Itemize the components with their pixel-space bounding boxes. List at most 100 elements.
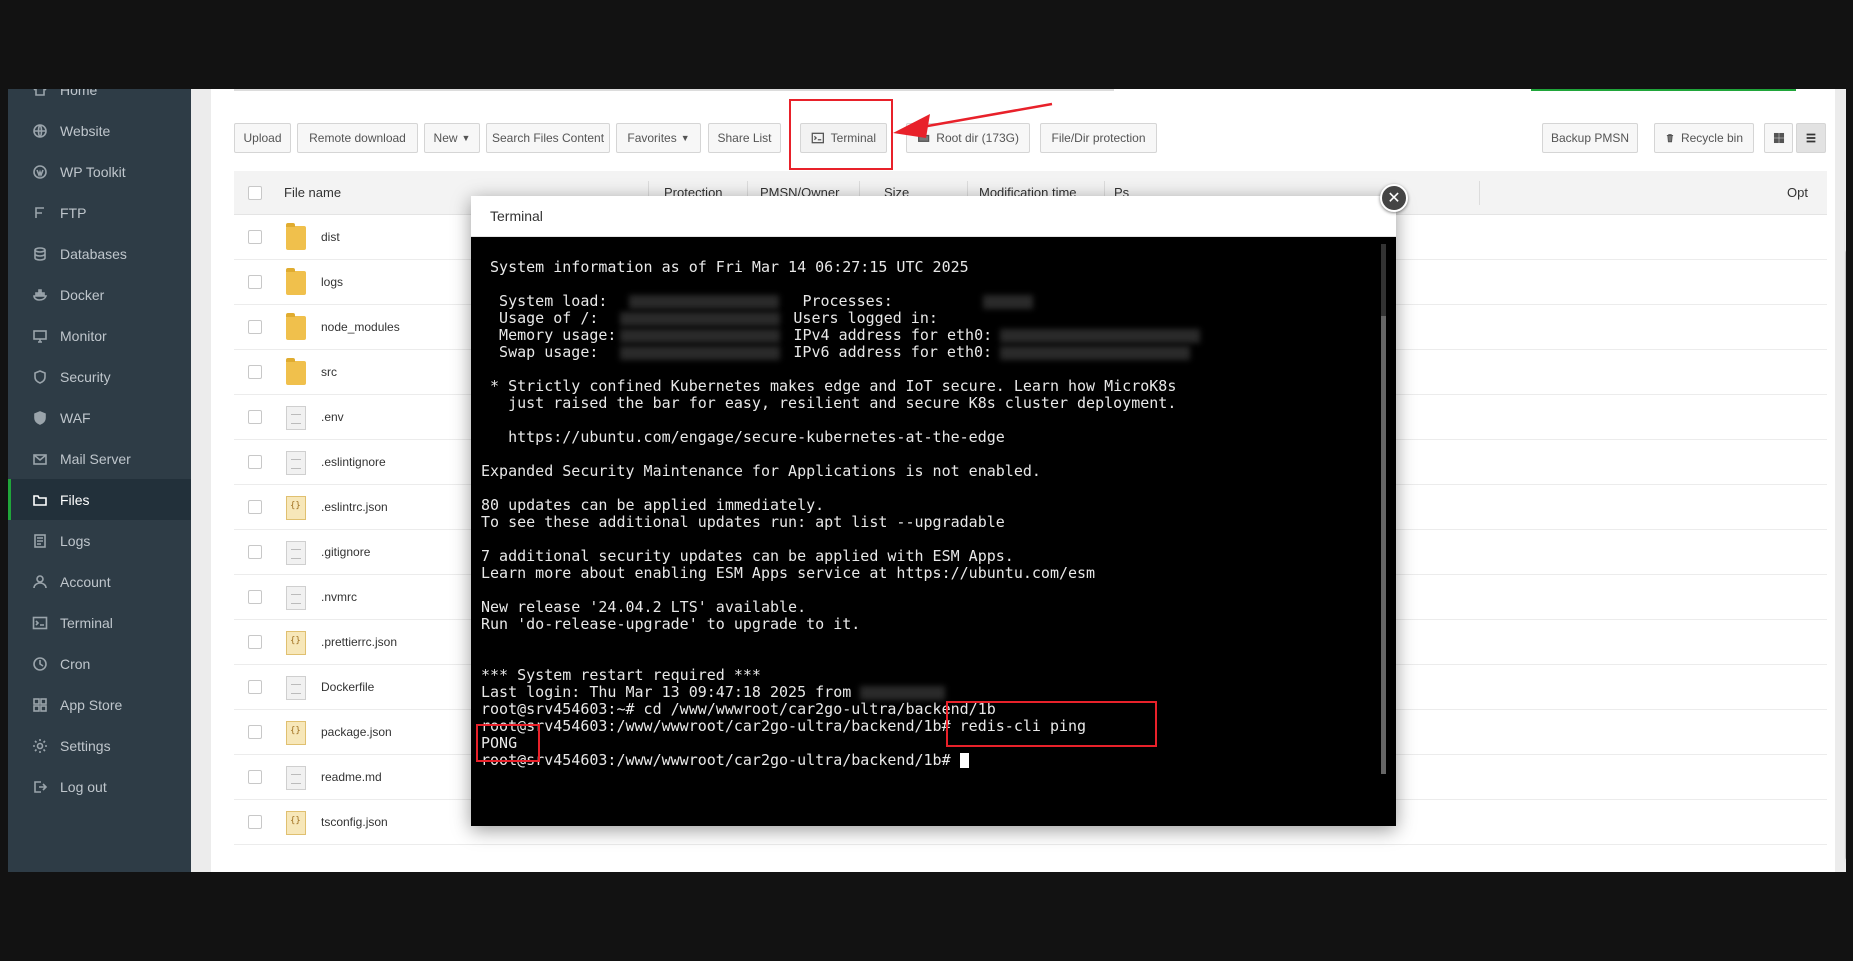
terminal-line: * Strictly confined Kubernetes makes edg… — [481, 377, 1177, 395]
file-protection-button[interactable]: File/Dir protection — [1040, 123, 1157, 153]
row-checkbox[interactable] — [248, 230, 262, 244]
file-name[interactable]: .eslintignore — [321, 455, 386, 469]
list-view-icon — [1806, 133, 1816, 143]
scrollbar-thumb[interactable] — [1845, 249, 1846, 861]
file-name[interactable]: .env — [321, 410, 344, 424]
close-icon: ✕ — [1387, 190, 1401, 207]
terminal-line: Usage of /: Users logged in: — [481, 310, 1386, 327]
file-name[interactable]: readme.md — [321, 770, 382, 784]
sidebar-item-monitor[interactable]: Monitor — [8, 315, 191, 356]
sidebar-item-label: Docker — [60, 286, 105, 303]
row-checkbox[interactable] — [248, 320, 262, 334]
row-checkbox[interactable] — [248, 770, 262, 784]
sidebar-item-app-store[interactable]: App Store — [8, 684, 191, 725]
row-checkbox[interactable] — [248, 680, 262, 694]
row-checkbox[interactable] — [248, 545, 262, 559]
sidebar-item-home[interactable]: Home — [8, 89, 191, 110]
select-all-checkbox[interactable] — [248, 186, 262, 200]
sidebar-item-waf[interactable]: WAF — [8, 397, 191, 438]
sidebar-item-logs[interactable]: Logs — [8, 520, 191, 561]
sidebar-item-wp-toolkit[interactable]: WP Toolkit — [8, 151, 191, 192]
search-files-button[interactable]: Search Files Content — [486, 123, 610, 153]
terminal-output[interactable]: System information as of Fri Mar 14 06:2… — [471, 237, 1396, 826]
row-checkbox[interactable] — [248, 410, 262, 424]
user-icon — [32, 574, 48, 590]
file-name[interactable]: src — [321, 365, 337, 379]
modal-close-button[interactable]: ✕ — [1380, 184, 1408, 212]
chevron-down-icon: ▼ — [680, 133, 690, 143]
file-name[interactable]: .gitignore — [321, 545, 370, 559]
row-checkbox[interactable] — [248, 365, 262, 379]
search-files-label: Search Files Content — [491, 131, 605, 145]
terminal-line: 7 additional security updates can be app… — [481, 547, 1014, 565]
row-checkbox[interactable] — [248, 500, 262, 514]
sidebar-item-docker[interactable]: Docker — [8, 274, 191, 315]
recycle-bin-button[interactable]: Recycle bin — [1654, 123, 1754, 153]
file-name[interactable]: tsconfig.json — [321, 815, 388, 829]
clock-icon — [32, 656, 48, 672]
header-opt: Opt — [1787, 185, 1808, 200]
remote-download-button[interactable]: Remote download — [297, 123, 418, 153]
file-name[interactable]: .nvmrc — [321, 590, 357, 604]
terminal-text: Processes: — [802, 292, 893, 310]
share-list-button[interactable]: Share List — [708, 123, 781, 153]
backup-button[interactable]: Backup PMSN — [1542, 123, 1638, 153]
sidebar-item-label: Logs — [60, 532, 91, 549]
sidebar-item-label: Files — [60, 491, 90, 508]
new-button[interactable]: New ▼ — [424, 123, 480, 153]
terminal-line: PONG — [481, 734, 518, 752]
sidebar-item-label: WAF — [60, 409, 91, 426]
terminal-text: Last login: Thu Mar 13 09:47:18 2025 fro… — [481, 683, 861, 701]
sidebar-item-settings[interactable]: Settings — [8, 725, 191, 766]
terminal-text: root@srv454603:/www/wwwroot/car2go-ultra… — [481, 751, 960, 769]
recycle-bin-label: Recycle bin — [1680, 131, 1743, 145]
terminal-text: IPv4 address for eth0: — [793, 326, 993, 344]
grid-icon — [32, 697, 48, 713]
terminal-text: Swap usage: — [481, 343, 599, 361]
terminal-scrollbar-thumb[interactable] — [1381, 316, 1386, 774]
sidebar-item-label: WP Toolkit — [60, 163, 126, 180]
favorites-button[interactable]: Favorites ▼ — [616, 123, 701, 153]
row-checkbox[interactable] — [248, 455, 262, 469]
list-view-button[interactable] — [1796, 123, 1826, 153]
file-name[interactable]: package.json — [321, 725, 392, 739]
modal-header: Terminal — [471, 196, 1396, 237]
file-name[interactable]: Dockerfile — [321, 680, 374, 694]
sidebar-item-files[interactable]: Files — [8, 479, 191, 520]
grid-view-button[interactable] — [1764, 123, 1793, 153]
upload-button[interactable]: Upload — [234, 123, 291, 153]
sidebar-item-ftp[interactable]: FTP — [8, 192, 191, 233]
file-name[interactable]: logs — [321, 275, 343, 289]
header-file-name[interactable]: File name — [284, 185, 341, 200]
terminal-line: New release '24.04.2 LTS' available. — [481, 598, 807, 616]
sidebar-item-terminal[interactable]: Terminal — [8, 602, 191, 643]
sidebar-item-log-out[interactable]: Log out — [8, 766, 191, 807]
sidebar-item-security[interactable]: Security — [8, 356, 191, 397]
json-file-icon — [286, 496, 306, 520]
sidebar-item-mail-server[interactable]: Mail Server — [8, 438, 191, 479]
sidebar-item-account[interactable]: Account — [8, 561, 191, 602]
file-name[interactable]: .eslintrc.json — [321, 500, 388, 514]
folder-icon — [32, 492, 48, 508]
sidebar-item-website[interactable]: Website — [8, 110, 191, 151]
file-name[interactable]: .prettierrc.json — [321, 635, 397, 649]
sidebar-item-label: Log out — [60, 778, 107, 795]
terminal-modal: Terminal System information as of Fri Ma… — [471, 196, 1396, 826]
row-checkbox[interactable] — [248, 725, 262, 739]
root-dir-button[interactable]: Root dir (173G) — [906, 123, 1030, 153]
terminal-line: System load: Processes: — [481, 293, 1386, 310]
terminal-text: IPv6 address for eth0: — [793, 343, 993, 361]
sidebar-item-cron[interactable]: Cron — [8, 643, 191, 684]
row-checkbox[interactable] — [248, 815, 262, 829]
row-checkbox[interactable] — [248, 635, 262, 649]
shield-icon — [32, 369, 48, 385]
file-name[interactable]: node_modules — [321, 320, 400, 334]
monitor-icon — [32, 328, 48, 344]
row-checkbox[interactable] — [248, 275, 262, 289]
redacted-value — [1000, 328, 1201, 343]
row-checkbox[interactable] — [248, 590, 262, 604]
redacted-value — [1000, 345, 1191, 360]
terminal-text: Users logged in: — [793, 309, 938, 327]
file-name[interactable]: dist — [321, 230, 340, 244]
sidebar-item-databases[interactable]: Databases — [8, 233, 191, 274]
